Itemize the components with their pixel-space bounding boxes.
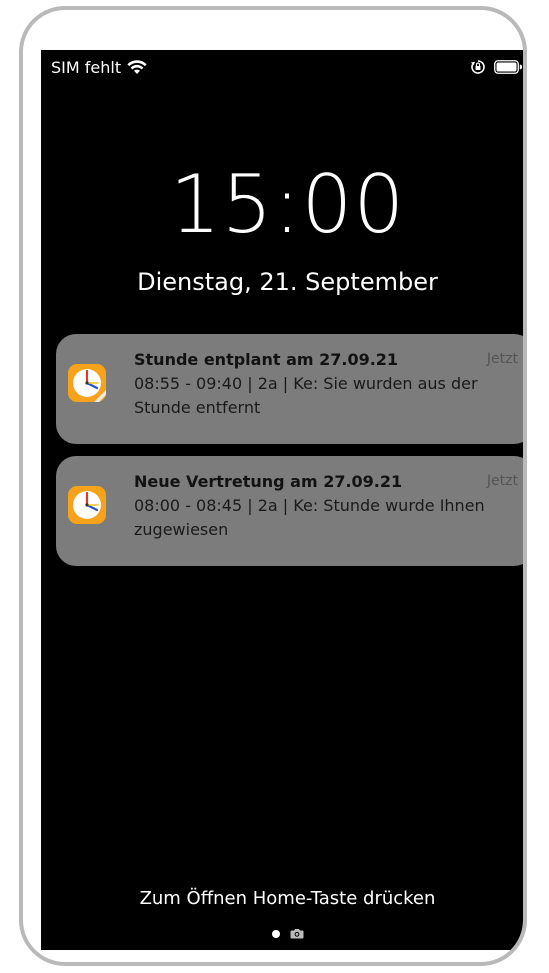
- orientation-lock-icon: [471, 60, 485, 74]
- wifi-icon: [127, 60, 147, 74]
- notification-card[interactable]: Stunde entplant am 27.09.21 Jetzt 08:55 …: [56, 334, 523, 444]
- clock-app-icon: [68, 364, 106, 402]
- clock-app-icon: [68, 486, 106, 524]
- carrier-label: SIM fehlt: [51, 58, 122, 77]
- status-bar: SIM fehlt: [41, 50, 523, 88]
- lock-screen: SIM fehlt 15:00 Dienstag, 21. September …: [41, 50, 523, 950]
- battery-icon: [494, 60, 522, 74]
- lock-screen-date: Dienstag, 21. September: [137, 268, 438, 296]
- carrier-status: SIM fehlt: [51, 58, 147, 77]
- lock-screen-time: 15:00: [169, 158, 406, 251]
- notification-card[interactable]: Neue Vertretung am 27.09.21 Jetzt 08:00 …: [56, 456, 523, 566]
- notification-time: Jetzt: [486, 351, 518, 367]
- notification-body: 08:55 - 09:40 | 2a | Ke: Sie wurden aus …: [134, 374, 478, 417]
- notification-time: Jetzt: [486, 473, 518, 489]
- page-dot[interactable]: [271, 929, 280, 938]
- notification-body: 08:00 - 08:45 | 2a | Ke: Stunde wurde Ih…: [134, 496, 485, 539]
- unlock-hint: Zum Öffnen Home-Taste drücken: [139, 888, 436, 909]
- page-indicator: [41, 928, 523, 939]
- camera-icon[interactable]: [290, 928, 304, 939]
- status-right: [470, 59, 522, 75]
- notification-title: Neue Vertretung am 27.09.21: [134, 472, 403, 491]
- device-frame: SIM fehlt 15:00 Dienstag, 21. September …: [19, 6, 527, 966]
- notification-title: Stunde entplant am 27.09.21: [134, 350, 399, 369]
